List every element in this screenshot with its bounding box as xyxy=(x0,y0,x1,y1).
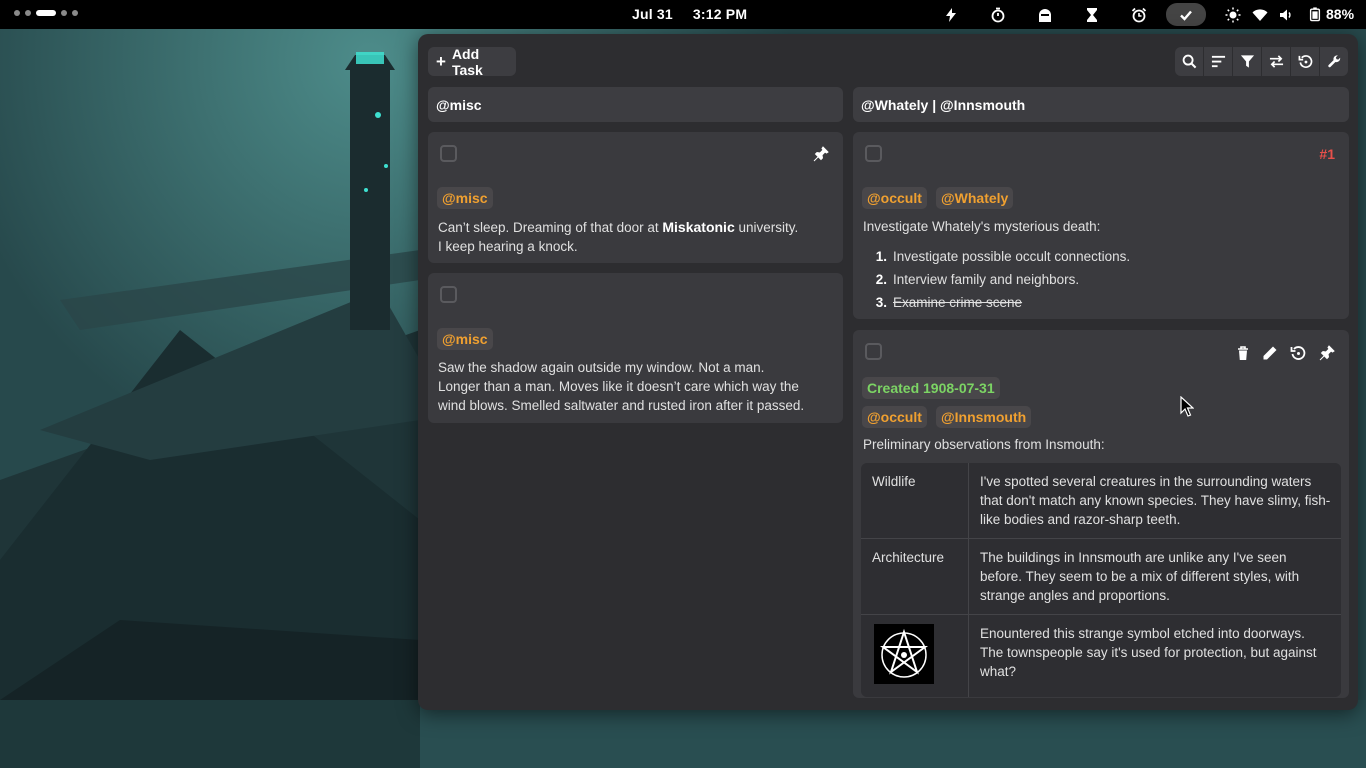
step-item-done: 3. Examine crime scene xyxy=(875,295,1023,310)
brightness-icon[interactable] xyxy=(1224,3,1242,26)
table-row: Architecture The buildings in Innsmouth … xyxy=(861,539,1341,615)
reset-icon[interactable] xyxy=(1289,344,1307,362)
trash-icon[interactable] xyxy=(1234,344,1252,362)
wrench-icon xyxy=(1327,55,1340,68)
pentagram-symbol-image xyxy=(874,624,934,684)
table-cell-value: Enountered this strange symbol etched in… xyxy=(980,626,1317,679)
step-list: 1. Investigate possible occult connection… xyxy=(863,245,1130,314)
table-cell-value: I've spotted several creatures in the su… xyxy=(969,463,1341,539)
tag-innsmouth[interactable]: @Innsmouth xyxy=(936,406,1032,428)
task-checkbox[interactable] xyxy=(865,343,882,360)
column-header-misc[interactable]: @misc xyxy=(428,87,843,122)
pin-icon[interactable] xyxy=(1318,344,1336,362)
pin-icon[interactable] xyxy=(812,145,830,163)
task-app-window: + Add Task @misc @Whately | @Innsmouth @… xyxy=(418,34,1358,710)
observations-table: Wildlife I've spotted several creatures … xyxy=(861,463,1341,697)
task-checkbox[interactable] xyxy=(865,145,882,162)
sort-button[interactable] xyxy=(1204,47,1232,76)
volume-icon[interactable] xyxy=(1277,3,1295,26)
created-date-badge: Created 1908-07-31 xyxy=(862,377,1000,399)
table-cell-key: Architecture xyxy=(861,539,969,615)
step-item: 2. Interview family and neighbors. xyxy=(875,272,1080,287)
wifi-icon[interactable] xyxy=(1251,3,1269,26)
add-task-button[interactable]: + Add Task xyxy=(428,45,516,78)
search-button[interactable] xyxy=(1175,47,1203,76)
filter-button[interactable] xyxy=(1233,47,1261,76)
hourglass-icon[interactable] xyxy=(1083,3,1101,26)
tag-occult[interactable]: @occult xyxy=(862,406,927,428)
tag-misc[interactable]: @misc xyxy=(437,328,493,350)
task-checkbox[interactable] xyxy=(440,145,457,162)
task-card[interactable]: @misc Can’t sleep. Dreaming of that door… xyxy=(428,132,843,263)
task-card[interactable]: #1 @occult @Whately Investigate Whately'… xyxy=(853,132,1349,319)
task-text: Preliminary observations from Insmouth: xyxy=(863,437,1105,452)
battery-indicator[interactable]: 88% xyxy=(1308,6,1354,22)
undo-icon xyxy=(1298,55,1312,69)
plus-icon: + xyxy=(436,52,446,71)
column-header-whately-innsmouth[interactable]: @Whately | @Innsmouth xyxy=(853,87,1349,122)
task-text: Can’t sleep. Dreaming of that door at Mi… xyxy=(438,219,799,254)
swap-icon xyxy=(1269,55,1283,68)
undo-button[interactable] xyxy=(1291,47,1319,76)
task-text: Saw the shadow again outside my window. … xyxy=(438,360,805,413)
step-item: 1. Investigate possible occult connection… xyxy=(875,249,1131,264)
todo-check-icon[interactable] xyxy=(1166,3,1206,26)
column-header-label: @Whately | @Innsmouth xyxy=(861,96,1026,113)
settings-button[interactable] xyxy=(1320,47,1348,76)
alarm-icon[interactable] xyxy=(1130,3,1148,26)
tag-occult[interactable]: @occult xyxy=(862,187,927,209)
timer-icon[interactable] xyxy=(989,3,1007,26)
clock[interactable]: Jul 31 3:12 PM xyxy=(632,6,767,22)
edit-icon[interactable] xyxy=(1261,344,1279,362)
task-card[interactable]: @misc Saw the shadow again outside my wi… xyxy=(428,273,843,423)
task-text: Investigate Whately's mysterious death: xyxy=(863,219,1101,234)
table-row: Enountered this strange symbol etched in… xyxy=(861,615,1341,697)
time-label: 3:12 PM xyxy=(692,6,748,22)
ghost-icon[interactable] xyxy=(1036,3,1054,26)
date-label: Jul 31 xyxy=(632,6,673,22)
sort-icon xyxy=(1211,55,1225,68)
tag-whately[interactable]: @Whately xyxy=(936,187,1014,209)
add-task-label: Add Task xyxy=(451,45,483,78)
filter-icon xyxy=(1240,55,1254,68)
bold-text: Miskatonic xyxy=(662,219,735,235)
table-cell-image xyxy=(861,615,969,697)
task-card[interactable]: Created 1908-07-31 @occult @Innsmouth Pr… xyxy=(853,330,1349,698)
bolt-icon[interactable] xyxy=(942,3,960,26)
mouse-cursor-icon xyxy=(1180,396,1194,417)
table-row: Wildlife I've spotted several creatures … xyxy=(861,463,1341,539)
tag-misc[interactable]: @misc xyxy=(437,187,493,209)
search-icon xyxy=(1182,54,1196,69)
battery-percent: 88% xyxy=(1326,6,1355,22)
battery-icon xyxy=(1309,7,1321,22)
swap-button[interactable] xyxy=(1262,47,1290,76)
task-checkbox[interactable] xyxy=(440,286,457,303)
table-cell-value: The buildings in Innsmouth are unlike an… xyxy=(969,539,1341,615)
workspace-indicator[interactable] xyxy=(14,10,78,16)
column-header-label: @misc xyxy=(436,96,482,113)
table-cell-key: Wildlife xyxy=(861,463,969,539)
top-bar: Jul 31 3:12 PM 88% xyxy=(0,0,1366,29)
priority-badge: #1 xyxy=(1319,146,1335,162)
